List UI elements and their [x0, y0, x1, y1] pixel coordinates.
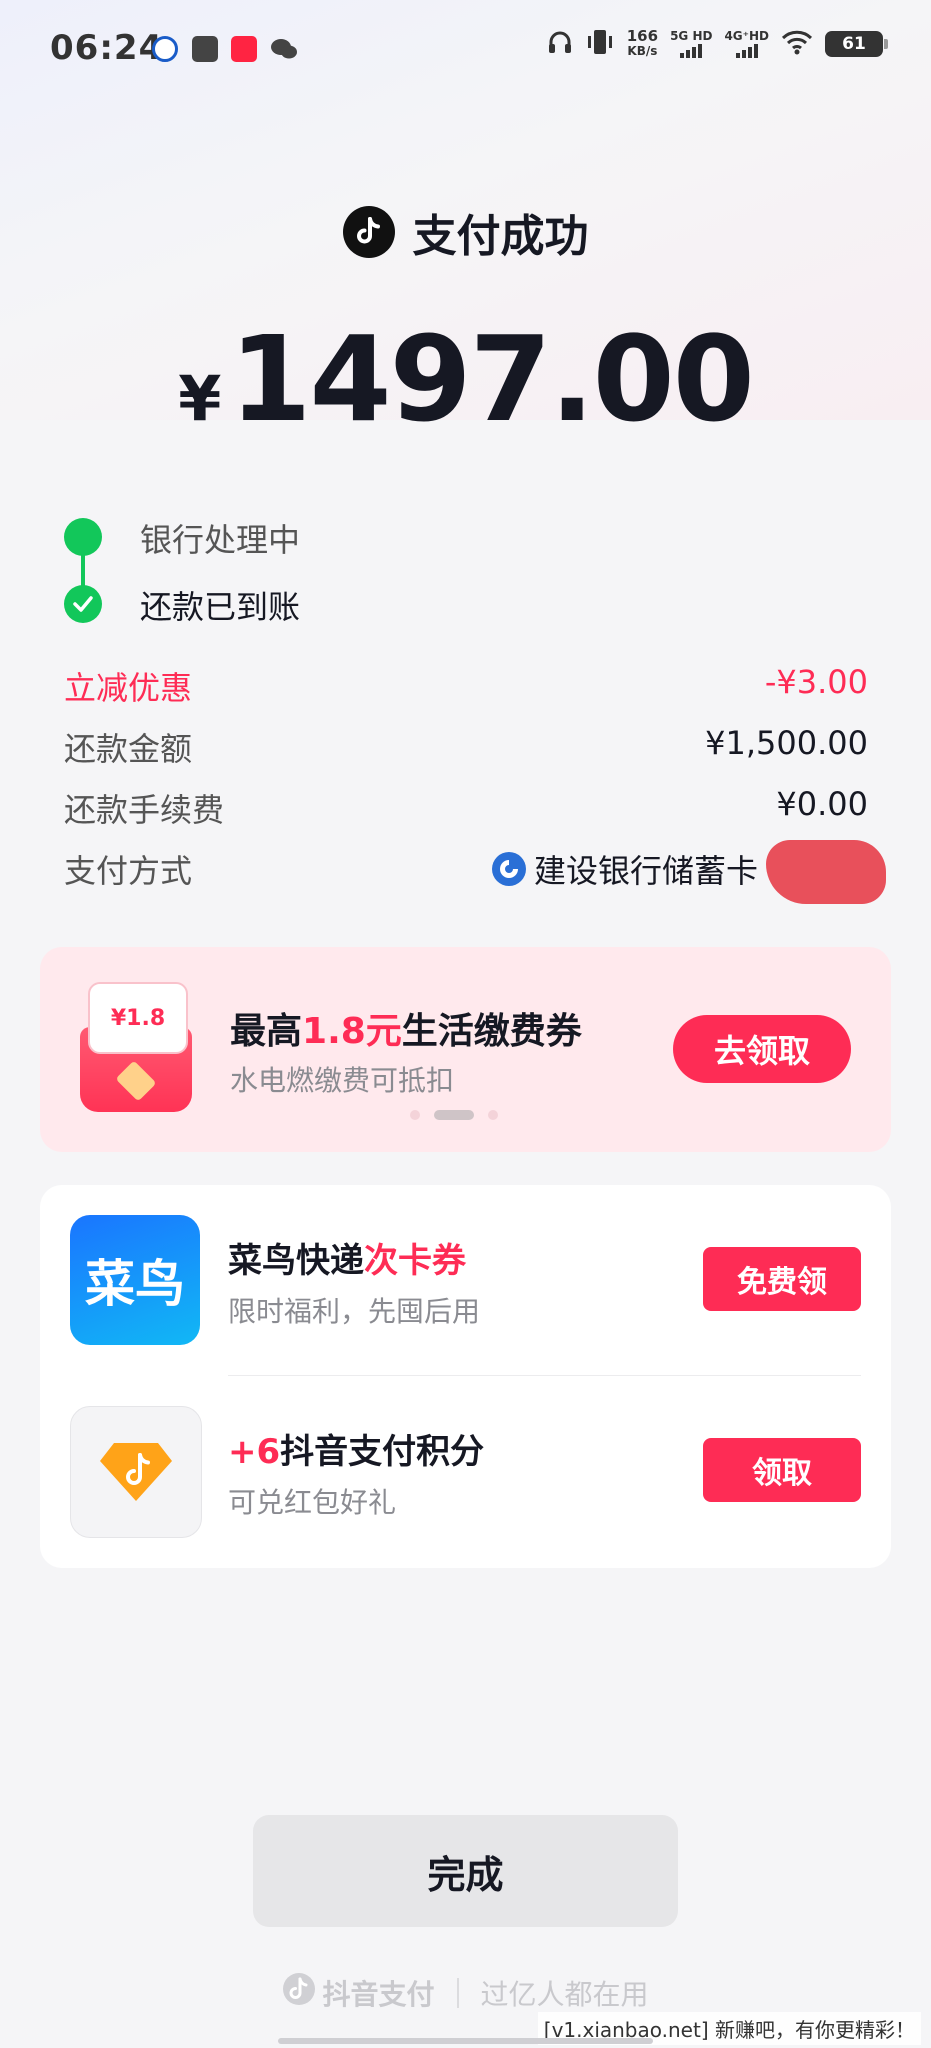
redacted-card-number	[766, 840, 886, 904]
sim1-label: 5G HD	[670, 29, 713, 43]
detail-row-payment-method: 支付方式 建设银行储蓄卡	[64, 840, 886, 904]
home-indicator[interactable]	[278, 2038, 653, 2044]
douyin-logo-icon	[342, 206, 395, 258]
net-speed-value: 166	[626, 27, 659, 45]
promo-title-highlight: 1.8元	[302, 1011, 402, 1052]
detail-row-discount: 立减优惠 -¥3.00	[64, 663, 868, 713]
page-title: 支付成功	[412, 211, 589, 262]
amount-value: 1497.00	[229, 310, 754, 448]
footer-separator	[456, 1977, 459, 2008]
footer-brand: 抖音支付 过亿人都在用	[0, 1972, 931, 2013]
offer-title: 菜鸟快递次卡券	[228, 1233, 466, 1282]
sim2-label: 4G⁺HD	[724, 29, 769, 43]
payment-header: 支付成功	[0, 200, 931, 264]
done-button[interactable]: 完成	[253, 1815, 678, 1927]
net-speed-unit: KB/s	[627, 44, 658, 58]
pager-dot-active	[434, 1110, 474, 1120]
brand-name: 抖音支付	[322, 1977, 435, 2011]
wifi-icon	[781, 29, 813, 59]
carousel-pager	[410, 1110, 498, 1120]
detail-value: ¥1,500.00	[705, 724, 868, 762]
check-icon	[64, 585, 102, 623]
detail-row-fee: 还款手续费 ¥0.00	[64, 785, 868, 835]
signal-sim1: 5G HD	[670, 30, 712, 58]
claim-coupon-button[interactable]: 去领取	[673, 1015, 851, 1083]
payment-method-value: 建设银行储蓄卡	[491, 846, 758, 892]
pager-dot	[410, 1110, 420, 1120]
douyin-pay-brand: 抖音支付	[282, 1972, 435, 2013]
detail-key: 立减优惠	[64, 669, 193, 707]
promo-title: 最高1.8元生活缴费券	[230, 1002, 582, 1054]
headphone-icon	[547, 29, 573, 59]
detail-row-repay-amount: 还款金额 ¥1,500.00	[64, 724, 868, 774]
wechat-icon	[270, 36, 297, 62]
cainiao-logo-icon: 菜鸟	[70, 1215, 200, 1345]
promo-banner[interactable]: ¥1.8 最高1.8元生活缴费券 水电燃缴费可抵扣 去领取	[40, 947, 891, 1152]
signal-bars-icon	[680, 44, 703, 58]
currency-symbol: ¥	[178, 362, 222, 435]
detail-key: 还款金额	[64, 730, 193, 768]
red-envelope-icon: ¥1.8	[80, 982, 192, 1112]
offer-cainiao[interactable]: 菜鸟 菜鸟快递次卡券 限时福利，先囤后用 免费领	[40, 1185, 891, 1345]
bank-card-name: 建设银行储蓄卡	[533, 852, 758, 890]
offer-title-highlight: 次卡券	[364, 1241, 466, 1281]
offer-subtitle: 可兑红包好礼	[228, 1486, 397, 1519]
offer-douyin-points[interactable]: +6抖音支付积分 可兑红包好礼 领取	[40, 1376, 891, 1538]
coupon-value: ¥1.8	[88, 982, 188, 1054]
status-bar: 06:24 166 KB/s 5G HD 4G⁺HD 61	[0, 0, 931, 100]
progress-step-arrived: 还款已到账	[140, 588, 301, 626]
battery-indicator: 61	[825, 31, 888, 57]
detail-key: 还款手续费	[64, 791, 225, 829]
detail-value: -¥3.00	[764, 663, 868, 701]
vibrate-icon	[585, 28, 615, 60]
status-time: 06:24	[50, 28, 164, 68]
claim-free-button[interactable]: 免费领	[703, 1247, 861, 1311]
status-indicators: 166 KB/s 5G HD 4G⁺HD 61	[547, 28, 888, 60]
promo-title-suffix: 生活缴费券	[401, 1011, 582, 1052]
footer-slogan: 过亿人都在用	[480, 1977, 649, 2011]
offers-card: 菜鸟 菜鸟快递次卡券 限时福利，先囤后用 免费领 +6抖音支付积分 可兑红包好礼…	[40, 1185, 891, 1568]
promo-title-prefix: 最高	[230, 1011, 303, 1052]
xiaohongshu-icon	[231, 36, 257, 62]
ccb-bank-icon	[491, 852, 526, 886]
progress-step-processing: 银行处理中	[140, 521, 301, 559]
claim-points-button[interactable]: 领取	[703, 1438, 861, 1502]
signal-bars-icon	[735, 44, 758, 58]
offer-title: +6抖音支付积分	[228, 1424, 484, 1473]
offer-title-main: 菜鸟快递	[228, 1241, 364, 1281]
ccb-icon	[152, 36, 178, 62]
calendar-icon	[192, 36, 218, 62]
douyin-points-icon	[70, 1406, 202, 1538]
promo-subtitle: 水电燃缴费可抵扣	[230, 1064, 455, 1097]
payment-amount: ¥ 1497.00	[0, 310, 931, 448]
net-speed: 166 KB/s	[627, 29, 658, 59]
progress-line	[81, 549, 85, 589]
signal-sim2: 4G⁺HD	[724, 30, 769, 58]
pager-dot	[488, 1110, 498, 1120]
offer-title-main: 抖音支付积分	[280, 1432, 485, 1472]
offer-title-highlight: +6	[228, 1432, 281, 1472]
offer-subtitle: 限时福利，先囤后用	[228, 1295, 481, 1328]
detail-value: ¥0.00	[776, 785, 868, 823]
coupon-label: ¥1.8	[110, 1005, 166, 1031]
douyin-logo-icon	[282, 1972, 316, 2013]
detail-key: 支付方式	[64, 852, 193, 890]
